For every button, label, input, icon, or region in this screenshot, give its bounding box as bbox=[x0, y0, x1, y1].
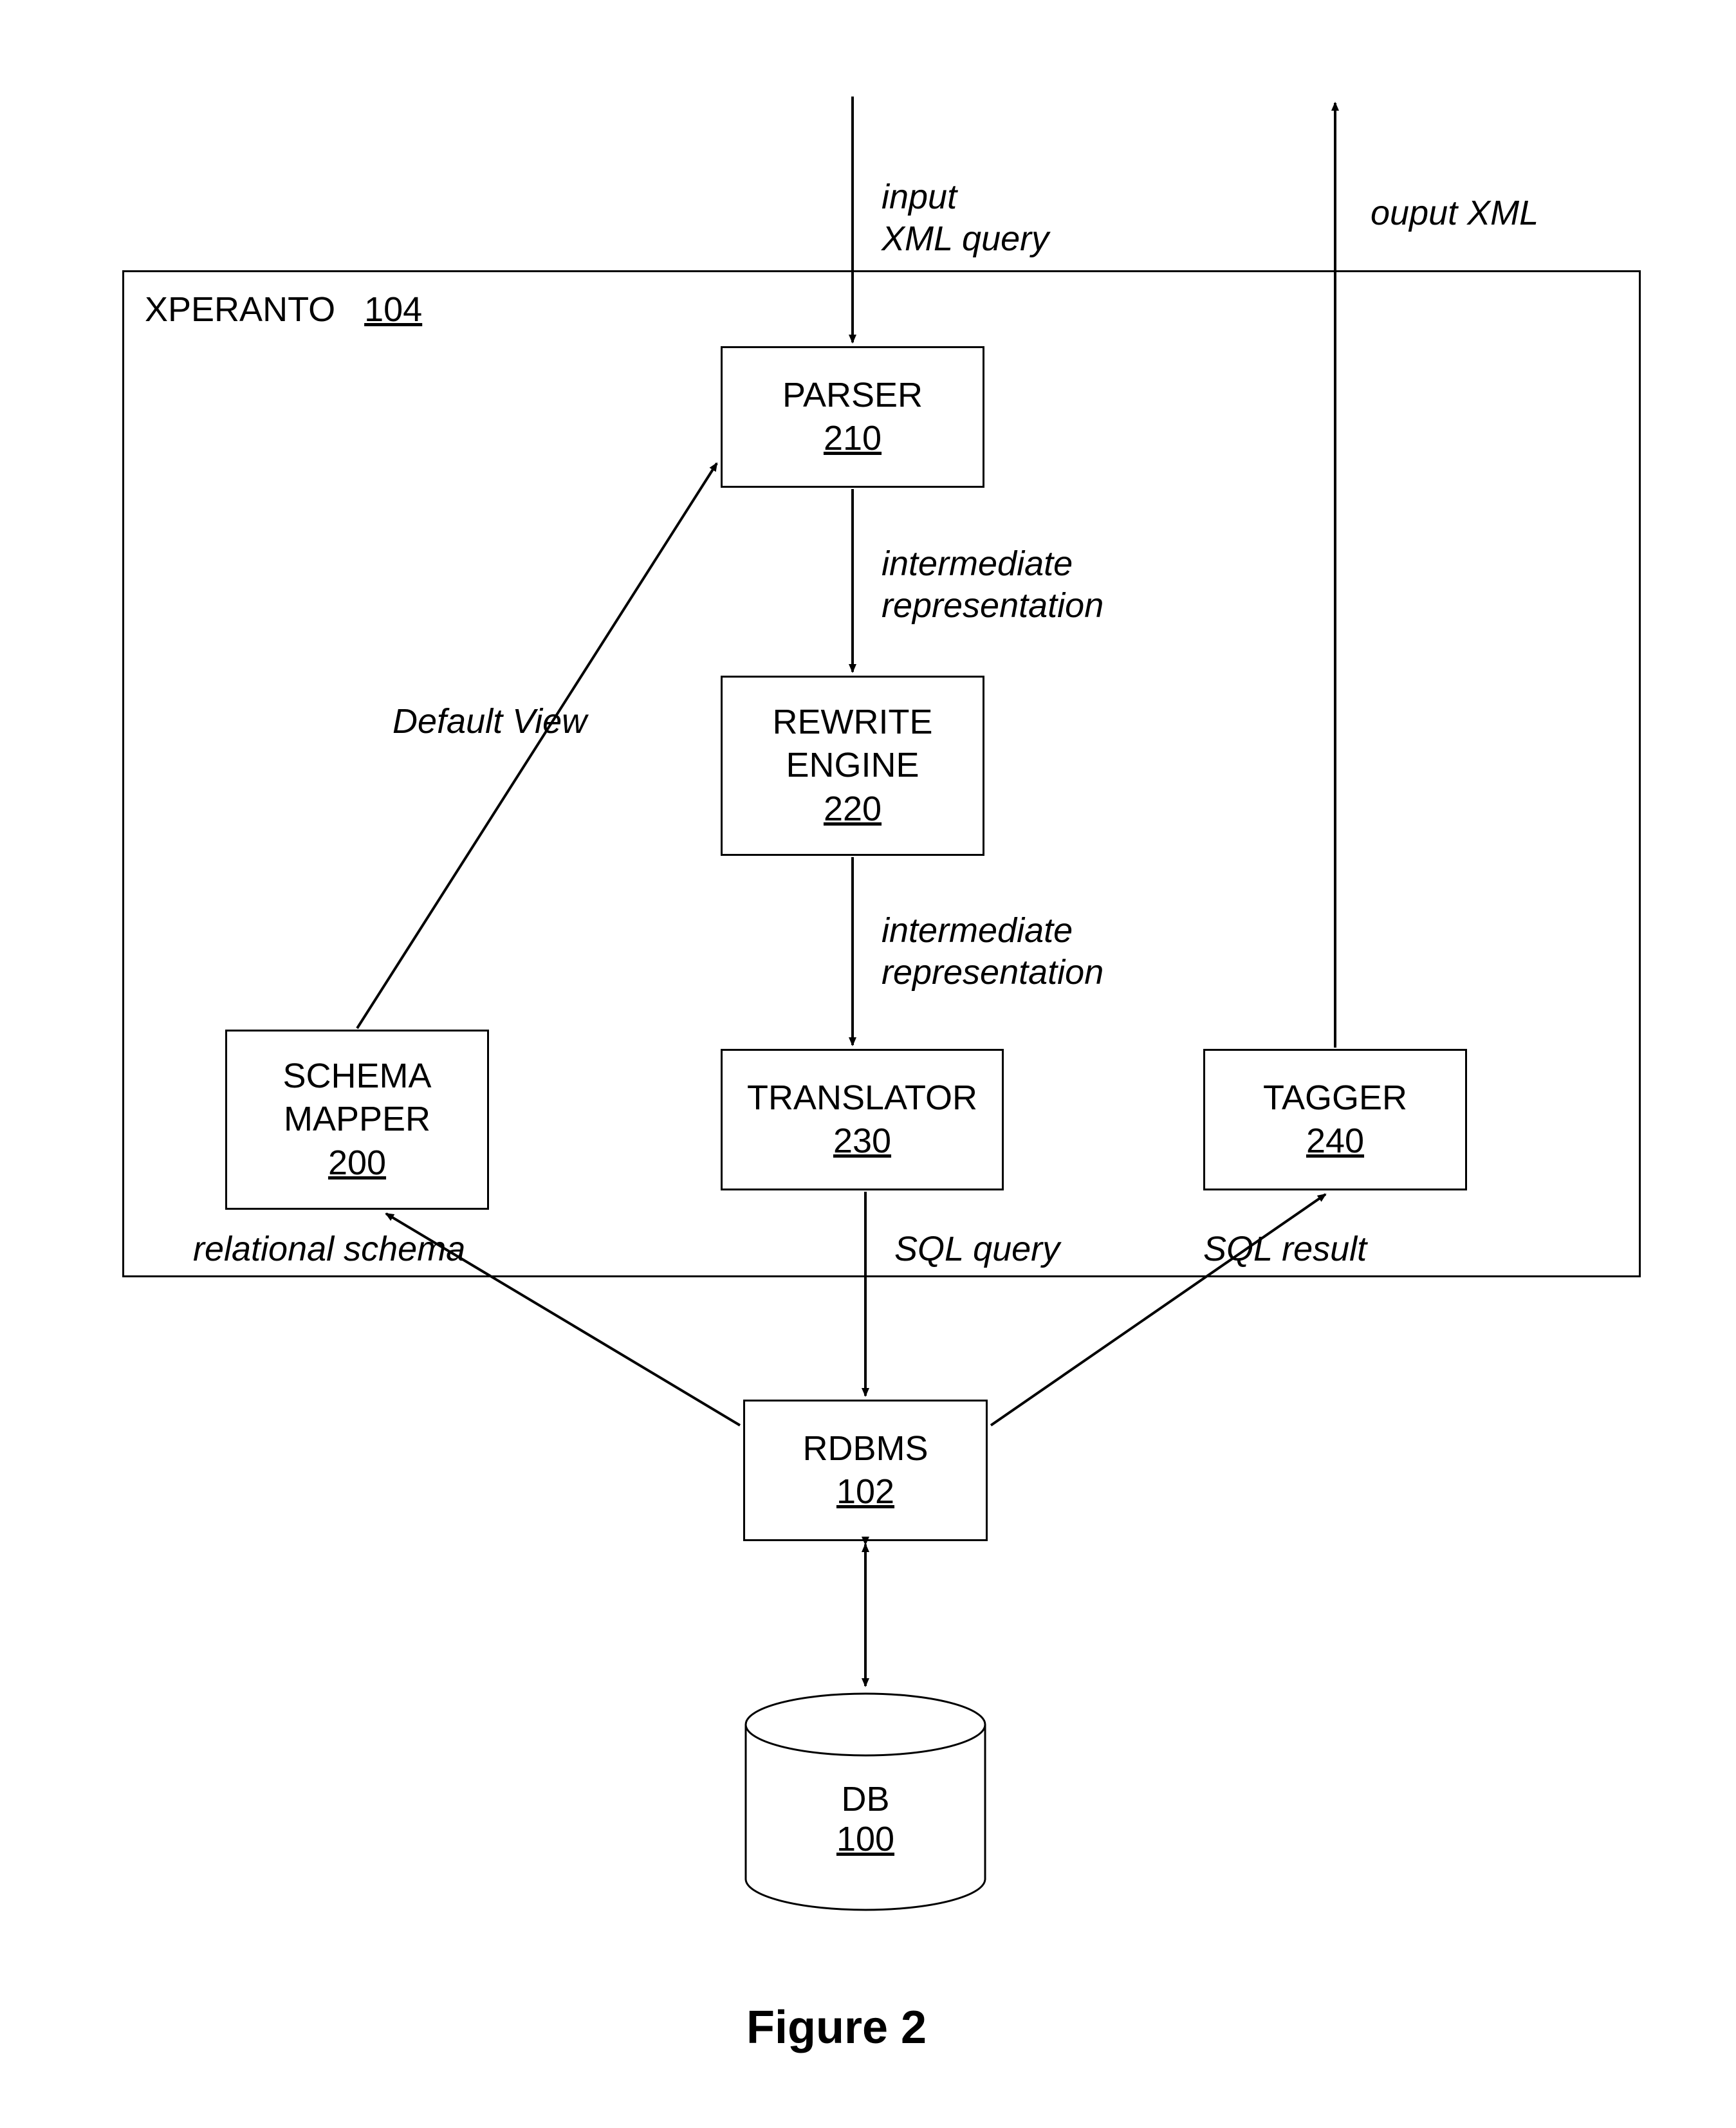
db-num: 100 bbox=[836, 1820, 894, 1858]
figure-caption: Figure 2 bbox=[746, 2001, 927, 2054]
label-input-2: XML query bbox=[882, 219, 1049, 259]
tagger-title: TAGGER bbox=[1263, 1077, 1407, 1120]
diagram-canvas: XPERANTO 104 PARSER 210 REWRITE ENGINE 2… bbox=[0, 0, 1736, 2128]
label-sql-query: SQL query bbox=[894, 1229, 1060, 1269]
rewrite-num: 220 bbox=[824, 788, 882, 831]
xperanto-num: 104 bbox=[364, 290, 422, 329]
label-sql-result: SQL result bbox=[1203, 1229, 1367, 1269]
translator-num: 230 bbox=[833, 1120, 891, 1163]
translator-title: TRANSLATOR bbox=[747, 1077, 977, 1120]
label-default-view: Default View bbox=[392, 701, 587, 741]
rewrite-title2: ENGINE bbox=[786, 744, 919, 788]
schema-title2: MAPPER bbox=[284, 1098, 430, 1142]
label-inter1a: intermediate bbox=[882, 544, 1073, 584]
label-input-1: input bbox=[882, 177, 957, 217]
tagger-num: 240 bbox=[1306, 1120, 1364, 1163]
schema-mapper-box: SCHEMA MAPPER 200 bbox=[225, 1030, 489, 1210]
label-inter2a: intermediate bbox=[882, 911, 1073, 950]
label-inter2b: representation bbox=[882, 952, 1103, 992]
db-title: DB bbox=[841, 1780, 889, 1818]
rewrite-title1: REWRITE bbox=[773, 701, 933, 745]
xperanto-name: XPERANTO bbox=[145, 290, 335, 329]
label-inter1b: representation bbox=[882, 586, 1103, 625]
tagger-box: TAGGER 240 bbox=[1203, 1049, 1467, 1190]
parser-title: PARSER bbox=[782, 374, 923, 418]
schema-num: 200 bbox=[328, 1142, 386, 1185]
xperanto-title: XPERANTO 104 bbox=[145, 290, 422, 329]
parser-box: PARSER 210 bbox=[721, 346, 984, 488]
schema-title1: SCHEMA bbox=[282, 1055, 431, 1098]
db-cylinder: DB 100 bbox=[743, 1692, 988, 1911]
label-relational-schema: relational schema bbox=[193, 1229, 465, 1269]
label-output: ouput XML bbox=[1371, 193, 1538, 233]
rdbms-box: RDBMS 102 bbox=[743, 1400, 988, 1541]
rewrite-engine-box: REWRITE ENGINE 220 bbox=[721, 676, 984, 856]
translator-box: TRANSLATOR 230 bbox=[721, 1049, 1004, 1190]
rdbms-num: 102 bbox=[836, 1470, 894, 1514]
parser-num: 210 bbox=[824, 417, 882, 461]
rdbms-title: RDBMS bbox=[802, 1427, 928, 1471]
